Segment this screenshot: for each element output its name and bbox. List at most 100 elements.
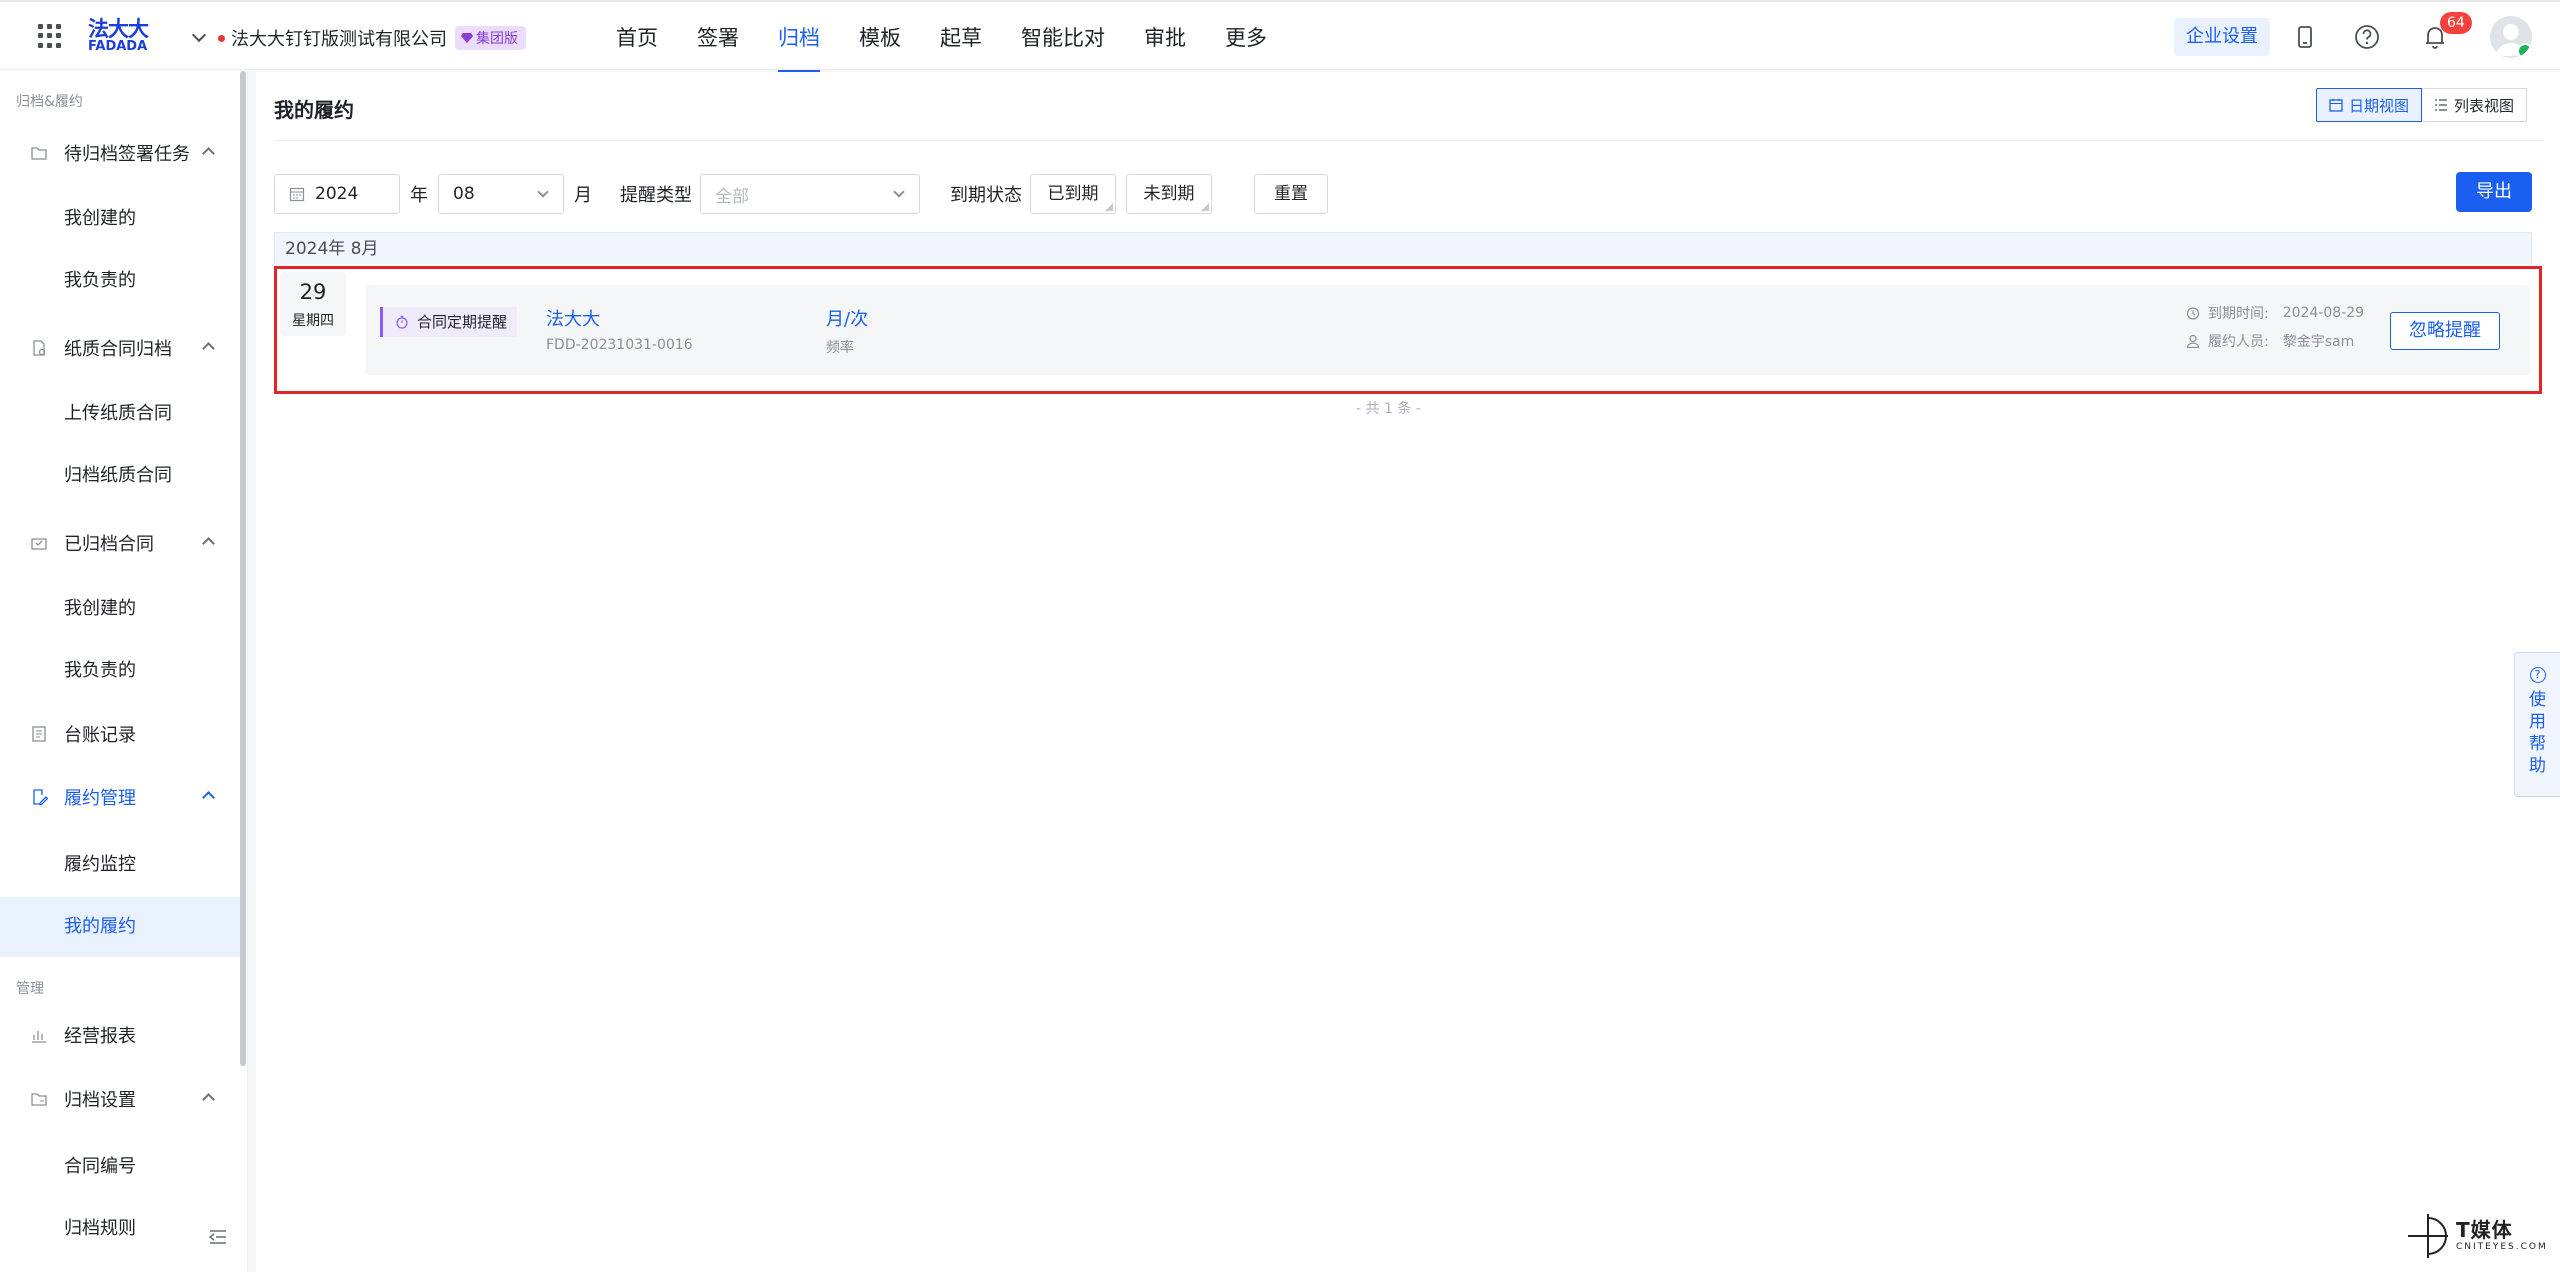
due-not-expired-button[interactable]: 未到期: [1126, 174, 1212, 214]
sidebar-group-fulfillment[interactable]: 履约管理: [0, 777, 240, 817]
party-name-link[interactable]: 法大大: [546, 305, 600, 331]
status-dot: [218, 34, 225, 42]
help-icon[interactable]: [2352, 22, 2382, 52]
archive-box-icon: [31, 538, 47, 550]
list-icon: [2435, 99, 2448, 111]
paper-doc-icon: [33, 340, 46, 356]
chevron-down-icon: [893, 186, 905, 198]
reset-button[interactable]: 重置: [1254, 174, 1328, 214]
calendar-icon: [2329, 98, 2343, 112]
ignore-reminder-button[interactable]: 忽略提醒: [2390, 312, 2500, 350]
nav-archive[interactable]: 归档: [778, 2, 820, 73]
reminder-type-tag: 合同定期提醒: [380, 307, 518, 337]
sidebar-group-archive-settings[interactable]: 归档设置: [0, 1079, 240, 1119]
watermark-logo: T媒体 CNITEYES.COM: [2404, 1210, 2554, 1262]
clock-icon: [2186, 307, 2200, 320]
verified-icon: [2517, 43, 2532, 58]
group-edition-badge: 集团版: [455, 26, 526, 50]
nav-smart-compare[interactable]: 智能比对: [1021, 2, 1105, 72]
fulfillment-record-row[interactable]: 合同定期提醒 法大大 FDD-20231031-0016 月/次 频率 到期时间…: [366, 285, 2530, 375]
diamond-icon: [461, 33, 473, 43]
list-view-button[interactable]: 列表视图: [2422, 88, 2528, 122]
sidebar-item-pending-responsible[interactable]: 我负责的: [0, 251, 240, 311]
collapse-sidebar-icon[interactable]: [208, 1229, 228, 1245]
company-name: 法大大钉钉版测试有限公司: [231, 29, 447, 50]
sidebar-item-pending-created[interactable]: 我创建的: [0, 189, 240, 249]
page-title: 我的履约: [274, 98, 354, 122]
sidebar-item-archive-paper[interactable]: 归档纸质合同: [0, 446, 240, 506]
due-time: 到期时间: 2024-08-29: [2186, 303, 2364, 323]
remind-type-select[interactable]: 全部: [700, 174, 920, 214]
chevron-up-icon: [202, 342, 215, 355]
calendar-icon: [289, 187, 305, 202]
sidebar-item-upload-paper[interactable]: 上传纸质合同: [0, 384, 240, 444]
chevron-up-icon: [202, 1093, 215, 1106]
notification-count-badge: 64: [2440, 12, 2472, 34]
sidebar-group-archived[interactable]: 已归档合同: [0, 523, 240, 563]
ledger-icon: [32, 726, 46, 742]
sidebar-item-fulfillment-monitor[interactable]: 履约监控: [0, 835, 240, 895]
day-number: 29: [299, 280, 327, 304]
nav-template[interactable]: 模板: [859, 2, 901, 72]
sidebar-group-paper-archive[interactable]: 纸质合同归档: [0, 328, 240, 368]
sidebar-item-archived-created[interactable]: 我创建的: [0, 579, 240, 639]
header-divider: [274, 140, 2544, 141]
weekday: 星期四: [292, 313, 334, 329]
month-header: 2024年 8月: [274, 232, 2532, 264]
bar-chart-icon: [32, 1031, 46, 1043]
date-box: 29 星期四: [280, 272, 346, 336]
month-select[interactable]: 08: [438, 174, 564, 214]
question-icon: ?: [2529, 667, 2546, 683]
watermark-mark-icon: [2408, 1214, 2448, 1258]
main-nav: 首页 签署 归档 模板 起草 智能比对 审批 更多: [616, 2, 1306, 73]
due-status-label: 到期状态: [950, 185, 1022, 206]
date-view-button[interactable]: 日期视图: [2316, 88, 2423, 122]
folder-settings-icon: [31, 1093, 47, 1106]
enterprise-settings-button[interactable]: 企业设置: [2174, 18, 2270, 56]
sidebar-item-archived-responsible[interactable]: 我负责的: [0, 641, 240, 701]
sidebar-item-archive-rules[interactable]: 归档规则: [0, 1199, 240, 1259]
contract-code: FDD-20231031-0016: [546, 337, 693, 353]
sidebar-group-pending-archive[interactable]: 待归档签署任务: [0, 133, 240, 173]
export-button[interactable]: 导出: [2456, 172, 2532, 212]
total-count: - 共 1 条 -: [1356, 401, 1421, 417]
edit-doc-icon: [33, 789, 48, 806]
top-header: 法大大 FADADA 法大大钉钉版测试有限公司 集团版 首页 签署 归档 模板 …: [0, 0, 2560, 73]
month-unit-label: 月: [574, 185, 592, 206]
chevron-up-icon: [202, 791, 215, 804]
fulfillment-person: 履约人员: 黎金宇sam: [2186, 331, 2354, 351]
sidebar-scrollbar[interactable]: [240, 71, 246, 1066]
chevron-down-icon: [191, 27, 207, 43]
folder-icon: [31, 147, 47, 160]
sidebar-item-ledger[interactable]: 台账记录: [0, 714, 240, 754]
due-expired-button[interactable]: 已到期: [1030, 174, 1116, 214]
sidebar-item-contract-number[interactable]: 合同编号: [0, 1137, 240, 1197]
fadada-logo[interactable]: 法大大 FADADA: [88, 18, 152, 58]
year-unit-label: 年: [410, 185, 428, 206]
sidebar: 归档&履约 待归档签署任务 我创建的 我负责的 纸质合同归档 上传纸质合同 归档…: [0, 71, 248, 1272]
company-switcher[interactable]: 法大大钉钉版测试有限公司 集团版: [191, 24, 526, 52]
usage-help-tab[interactable]: ? 使 用 帮 助: [2514, 652, 2560, 797]
main-content: 我的履约 日期视图 列表视图 2024 年 08 月 提醒类型 全部 到期状态 …: [256, 72, 2560, 1272]
nav-approval[interactable]: 审批: [1144, 2, 1186, 72]
year-picker[interactable]: 2024: [274, 174, 400, 214]
nav-more[interactable]: 更多: [1225, 2, 1267, 72]
remind-type-label: 提醒类型: [620, 185, 692, 206]
section-archive-fulfillment: 归档&履约: [16, 94, 83, 110]
nav-sign[interactable]: 签署: [697, 2, 739, 72]
sidebar-item-business-report[interactable]: 经营报表: [0, 1015, 240, 1055]
nav-draft[interactable]: 起草: [940, 2, 982, 72]
frequency-label: 频率: [826, 340, 854, 356]
nav-home[interactable]: 首页: [616, 2, 658, 72]
mobile-icon[interactable]: [2290, 22, 2320, 52]
avatar[interactable]: [2490, 16, 2532, 58]
chevron-up-icon: [202, 147, 215, 160]
view-toggle: 日期视图 列表视图: [2316, 88, 2528, 122]
user-icon: [2186, 334, 2200, 348]
frequency-value: 月/次: [826, 309, 869, 330]
chevron-down-icon: [537, 186, 549, 198]
stopwatch-icon: [396, 315, 408, 329]
section-management: 管理: [16, 981, 44, 997]
apps-grid-icon[interactable]: [38, 24, 62, 48]
sidebar-item-my-fulfillment[interactable]: 我的履约: [0, 897, 240, 957]
